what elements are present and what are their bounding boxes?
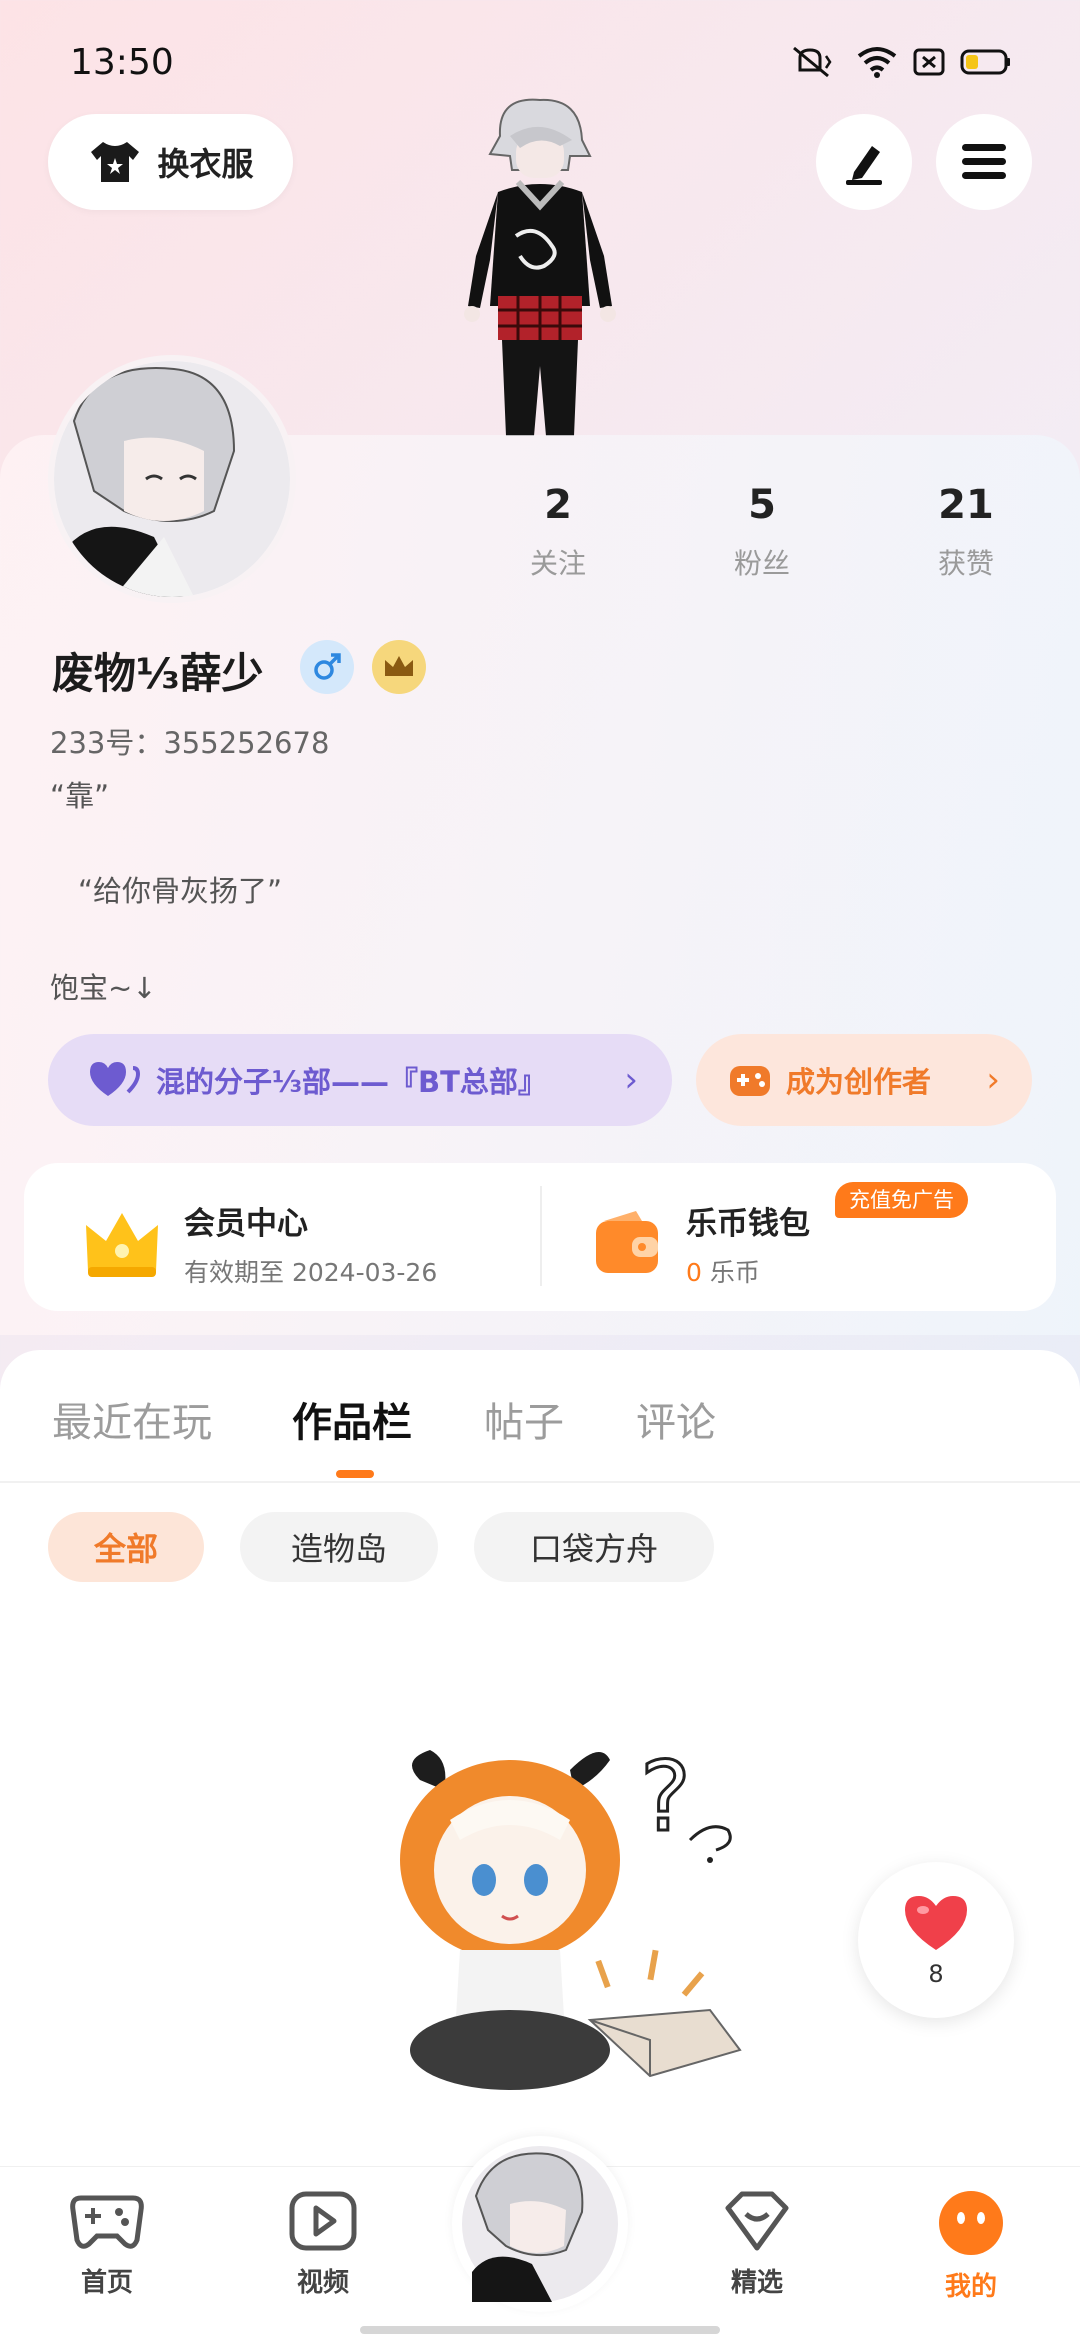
wifi-icon (857, 47, 897, 78)
wallet-amount: 0 (686, 1258, 702, 1287)
group-chip-label: 混的分子⅓部——『BT总部』 (156, 1065, 547, 1099)
tab-indicator (336, 1470, 374, 1478)
gender-male-icon (300, 640, 354, 694)
stat-likes-count: 21 (938, 482, 994, 528)
change-outfit-label: 换衣服 (157, 145, 254, 183)
member-center[interactable]: 会员中心 有效期至 2024-03-26 (82, 1198, 437, 1289)
stat-fans[interactable]: 5 粉丝 (692, 482, 832, 582)
twin-heart-icon (90, 1062, 140, 1096)
stat-fans-label: 粉丝 (733, 547, 790, 580)
nav-featured-label: 精选 (730, 2268, 783, 2298)
nav-featured[interactable]: 精选 (692, 2190, 822, 2299)
stat-following[interactable]: 2 关注 (488, 482, 628, 582)
stat-following-count: 2 (544, 482, 572, 528)
ad-free-badge[interactable]: 充值免广告 (835, 1182, 968, 1218)
wallet-icon (596, 1210, 658, 1273)
become-creator-label: 成为创作者 (786, 1065, 932, 1099)
home-indicator[interactable] (360, 2326, 720, 2334)
svg-text:?: ? (640, 1741, 691, 1853)
filter-pocket-ark[interactable]: 口袋方舟 (474, 1512, 714, 1582)
pen-icon (846, 146, 882, 185)
hamburger-icon (962, 144, 1006, 179)
nav-home[interactable]: 首页 (42, 2190, 172, 2299)
nav-mine[interactable]: 我的 (906, 2190, 1036, 2303)
user-id[interactable]: 233号：355252678 (50, 720, 329, 762)
avatar[interactable] (48, 355, 296, 603)
nav-home-label: 首页 (80, 2268, 133, 2298)
wallet-unit: 乐币 (709, 1258, 760, 1287)
mine-face-icon (939, 2191, 1003, 2255)
chevron-right-icon: › (986, 1060, 1000, 1100)
nav-avatar-center[interactable] (452, 2136, 628, 2312)
stat-likes-label: 获赞 (937, 547, 994, 580)
tab-works[interactable]: 作品栏 (292, 1390, 412, 1448)
change-outfit-button[interactable]: 换衣服 (48, 114, 293, 210)
featured-icon (725, 2191, 789, 2251)
crown-badge-icon[interactable] (372, 640, 426, 694)
bio-line-2: “给你骨灰扬了” (78, 874, 283, 908)
center-avatar (462, 2146, 618, 2302)
become-creator-chip[interactable]: 成为创作者 › (696, 1034, 1032, 1126)
chevron-right-icon: › (624, 1060, 638, 1100)
filter-creation-island[interactable]: 造物岛 (240, 1512, 438, 1582)
like-count: 8 (928, 1960, 944, 1988)
stat-likes[interactable]: 21 获赞 (896, 482, 1036, 582)
stat-fans-count: 5 (748, 482, 776, 528)
member-expiry: 有效期至 2024-03-26 (184, 1258, 438, 1287)
filter-all[interactable]: 全部 (48, 1512, 204, 1582)
group-chip[interactable]: 混的分子⅓部——『BT总部』 › (48, 1034, 672, 1126)
status-time: 13:50 (70, 42, 174, 83)
menu-button[interactable] (936, 114, 1032, 210)
gamepad-plus-icon (730, 1066, 770, 1096)
stat-following-label: 关注 (529, 547, 586, 580)
divider (0, 1481, 1080, 1483)
nav-video-label: 视频 (296, 2268, 349, 2298)
edit-profile-button[interactable] (816, 114, 912, 210)
divider (540, 1186, 542, 1286)
like-bubble[interactable]: 8 (858, 1862, 1014, 2018)
tshirt-icon (91, 142, 140, 182)
gamepad-icon (70, 2195, 144, 2249)
character-figure[interactable] (440, 96, 640, 436)
crown-icon (86, 1212, 158, 1277)
tab-posts[interactable]: 帖子 (484, 1390, 564, 1448)
wallet-title: 乐币钱包 (686, 1206, 810, 1242)
member-title: 会员中心 (184, 1206, 308, 1242)
video-play-icon (289, 2191, 357, 2251)
bio-line-1: “靠” (50, 779, 110, 813)
battery-icon (960, 49, 1010, 75)
mute-vibrate-icon (793, 46, 832, 78)
empty-state-illustration: ? (400, 1740, 742, 2090)
username: 废物⅓薛少 (52, 649, 264, 698)
avatar-image (54, 361, 290, 597)
tab-comments[interactable]: 评论 (636, 1390, 716, 1448)
nav-mine-label: 我的 (944, 2272, 997, 2302)
tab-recent-play[interactable]: 最近在玩 (52, 1390, 212, 1448)
sim-icon (913, 48, 945, 76)
heart-icon (905, 1896, 967, 1950)
wallet[interactable]: 乐币钱包 0 乐币 (590, 1198, 810, 1289)
nav-video[interactable]: 视频 (258, 2190, 388, 2299)
bio-line-3: 饱宝~↓ (50, 971, 157, 1005)
